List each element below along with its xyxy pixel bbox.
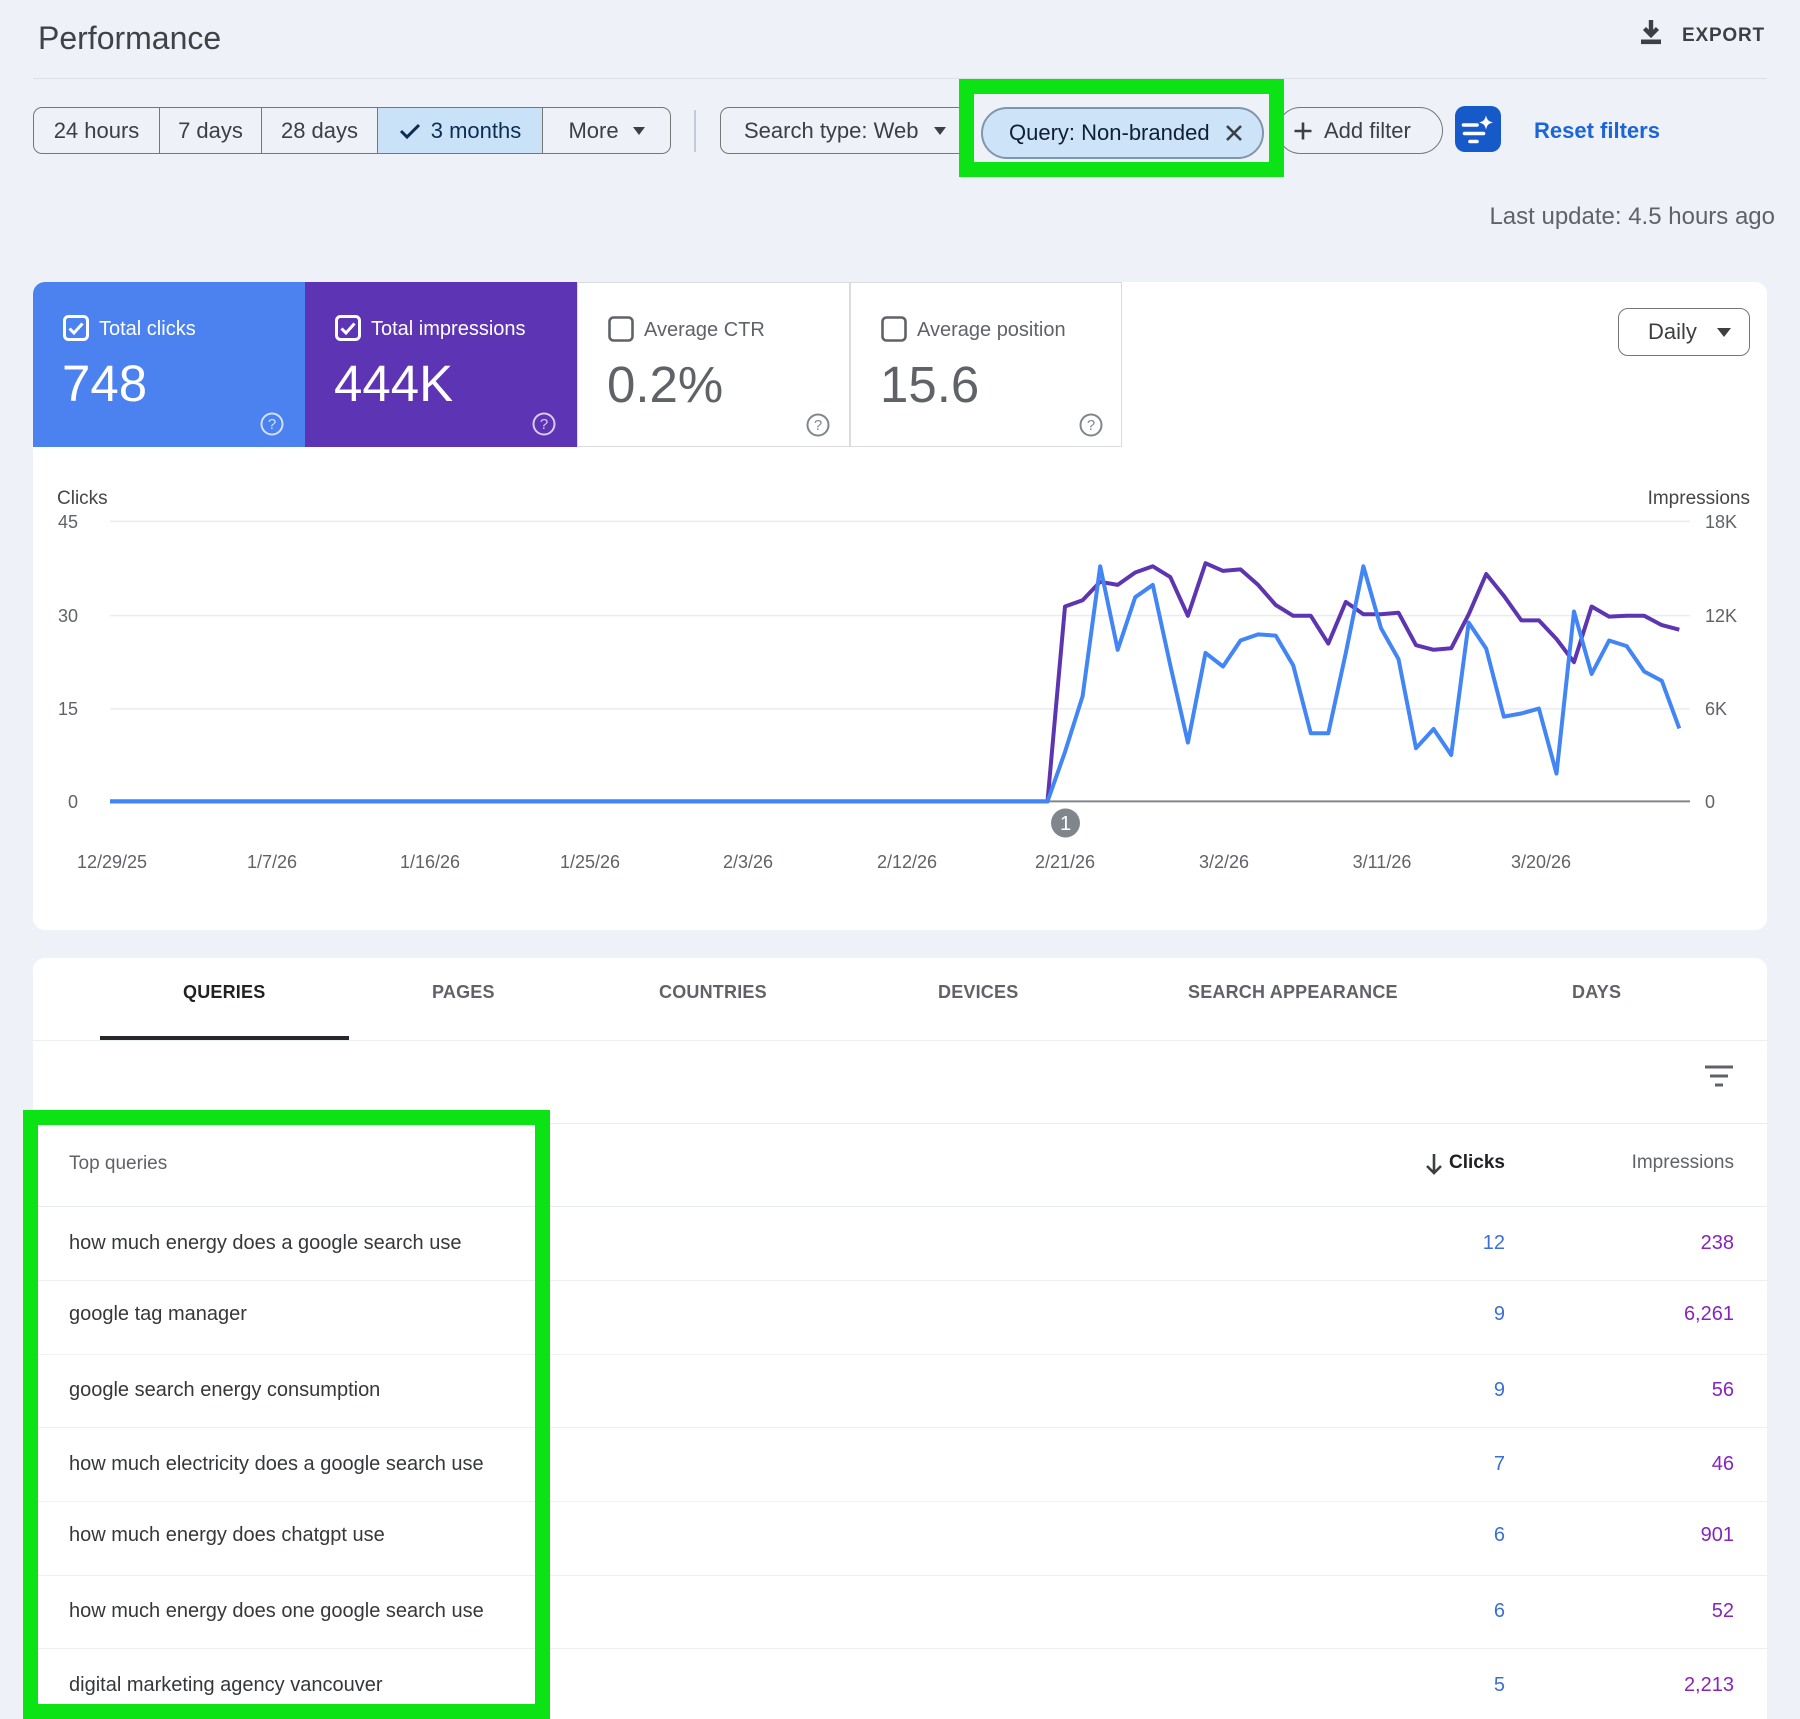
- svg-text:1: 1: [1060, 813, 1071, 835]
